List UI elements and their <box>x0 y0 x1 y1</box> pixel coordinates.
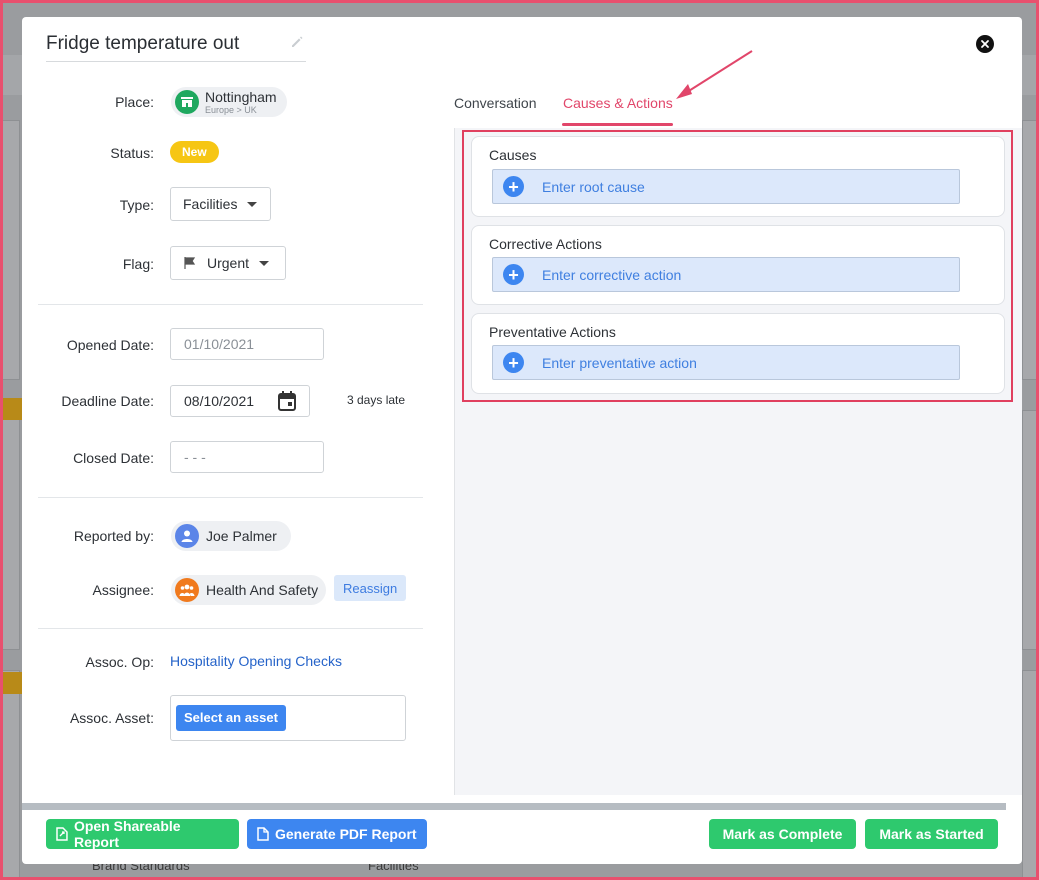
mark-started-button[interactable]: Mark as Started <box>865 819 998 849</box>
reported-by-label: Reported by: <box>73 528 154 544</box>
opened-date-label: Opened Date: <box>66 337 154 353</box>
assoc-asset-label: Assoc. Asset: <box>69 710 154 726</box>
document-icon <box>257 827 269 841</box>
close-icon <box>981 40 989 48</box>
place-region: Europe > UK <box>205 104 257 115</box>
chevron-down-icon <box>259 260 270 266</box>
deadline-date-field[interactable]: 08/10/2021 <box>170 385 310 417</box>
pencil-icon[interactable] <box>290 35 304 54</box>
late-indicator: 3 days late <box>347 393 406 407</box>
chevron-down-icon <box>247 201 258 207</box>
flag-select[interactable]: Urgent <box>170 246 286 280</box>
select-asset-button[interactable]: Select an asset <box>176 705 286 731</box>
generate-pdf-button[interactable]: Generate PDF Report <box>247 819 427 849</box>
reporter-chip[interactable]: Joe Palmer <box>171 521 291 551</box>
tab-causes-actions[interactable]: Causes & Actions <box>563 95 673 111</box>
share-document-icon <box>56 827 68 841</box>
assignee-label: Assignee: <box>92 582 154 598</box>
assignee-chip[interactable]: Health And Safety <box>171 575 327 605</box>
background-tag <box>0 672 22 694</box>
opened-date-field[interactable]: 01/10/2021 <box>170 328 324 360</box>
title-field[interactable]: Fridge temperature out <box>46 31 306 62</box>
store-icon <box>175 90 199 114</box>
assignee-name: Health And Safety <box>206 582 319 598</box>
type-select[interactable]: Facilities <box>170 187 271 221</box>
divider <box>38 497 423 498</box>
annotation-highlight-box <box>462 130 1013 402</box>
status-label: Status: <box>110 145 154 161</box>
type-value: Facilities <box>183 196 238 212</box>
place-name: Nottingham <box>205 88 277 105</box>
reassign-button[interactable]: Reassign <box>334 575 407 601</box>
button-label: Generate PDF Report <box>275 826 417 842</box>
deadline-date-value: 08/10/2021 <box>184 393 255 409</box>
annotation-arrow <box>676 50 753 99</box>
action-modal: Fridge temperature out Place: Nottingham… <box>22 17 1022 864</box>
flag-label: Flag: <box>122 256 154 272</box>
mark-complete-button[interactable]: Mark as Complete <box>709 819 856 849</box>
background-card <box>1022 670 1039 880</box>
group-icon <box>175 578 199 602</box>
page-title: Fridge temperature out <box>46 33 240 54</box>
assoc-op-label: Assoc. Op: <box>85 654 154 670</box>
background-card <box>1022 410 1039 650</box>
divider <box>38 304 423 305</box>
status-badge: New <box>170 141 219 163</box>
open-shareable-report-button[interactable]: Open Shareable Report <box>46 818 239 850</box>
divider <box>38 628 423 629</box>
flag-icon <box>184 257 196 269</box>
place-label: Place: <box>115 94 154 110</box>
asset-picker[interactable]: Select an asset <box>170 695 406 741</box>
user-icon <box>175 524 199 548</box>
assoc-op-link[interactable]: Hospitality Opening Checks <box>170 653 342 669</box>
background-tag <box>0 398 22 420</box>
reporter-name: Joe Palmer <box>206 528 277 544</box>
flag-value: Urgent <box>207 255 250 271</box>
scrollbar[interactable] <box>22 803 1006 810</box>
tab-conversation[interactable]: Conversation <box>454 95 537 111</box>
close-button[interactable] <box>976 35 994 53</box>
button-label: Open Shareable Report <box>73 818 181 850</box>
background-card <box>1022 120 1039 380</box>
background-card <box>0 120 20 380</box>
calendar-icon[interactable] <box>278 391 296 411</box>
deadline-date-label: Deadline Date: <box>61 393 154 409</box>
type-label: Type: <box>119 197 154 213</box>
closed-date-field[interactable]: - - - <box>170 441 324 473</box>
closed-date-label: Closed Date: <box>73 450 154 466</box>
active-tab-indicator <box>562 123 673 126</box>
place-chip[interactable]: Nottingham Europe > UK <box>171 87 287 117</box>
background-card <box>0 670 20 880</box>
background-card <box>0 410 20 650</box>
